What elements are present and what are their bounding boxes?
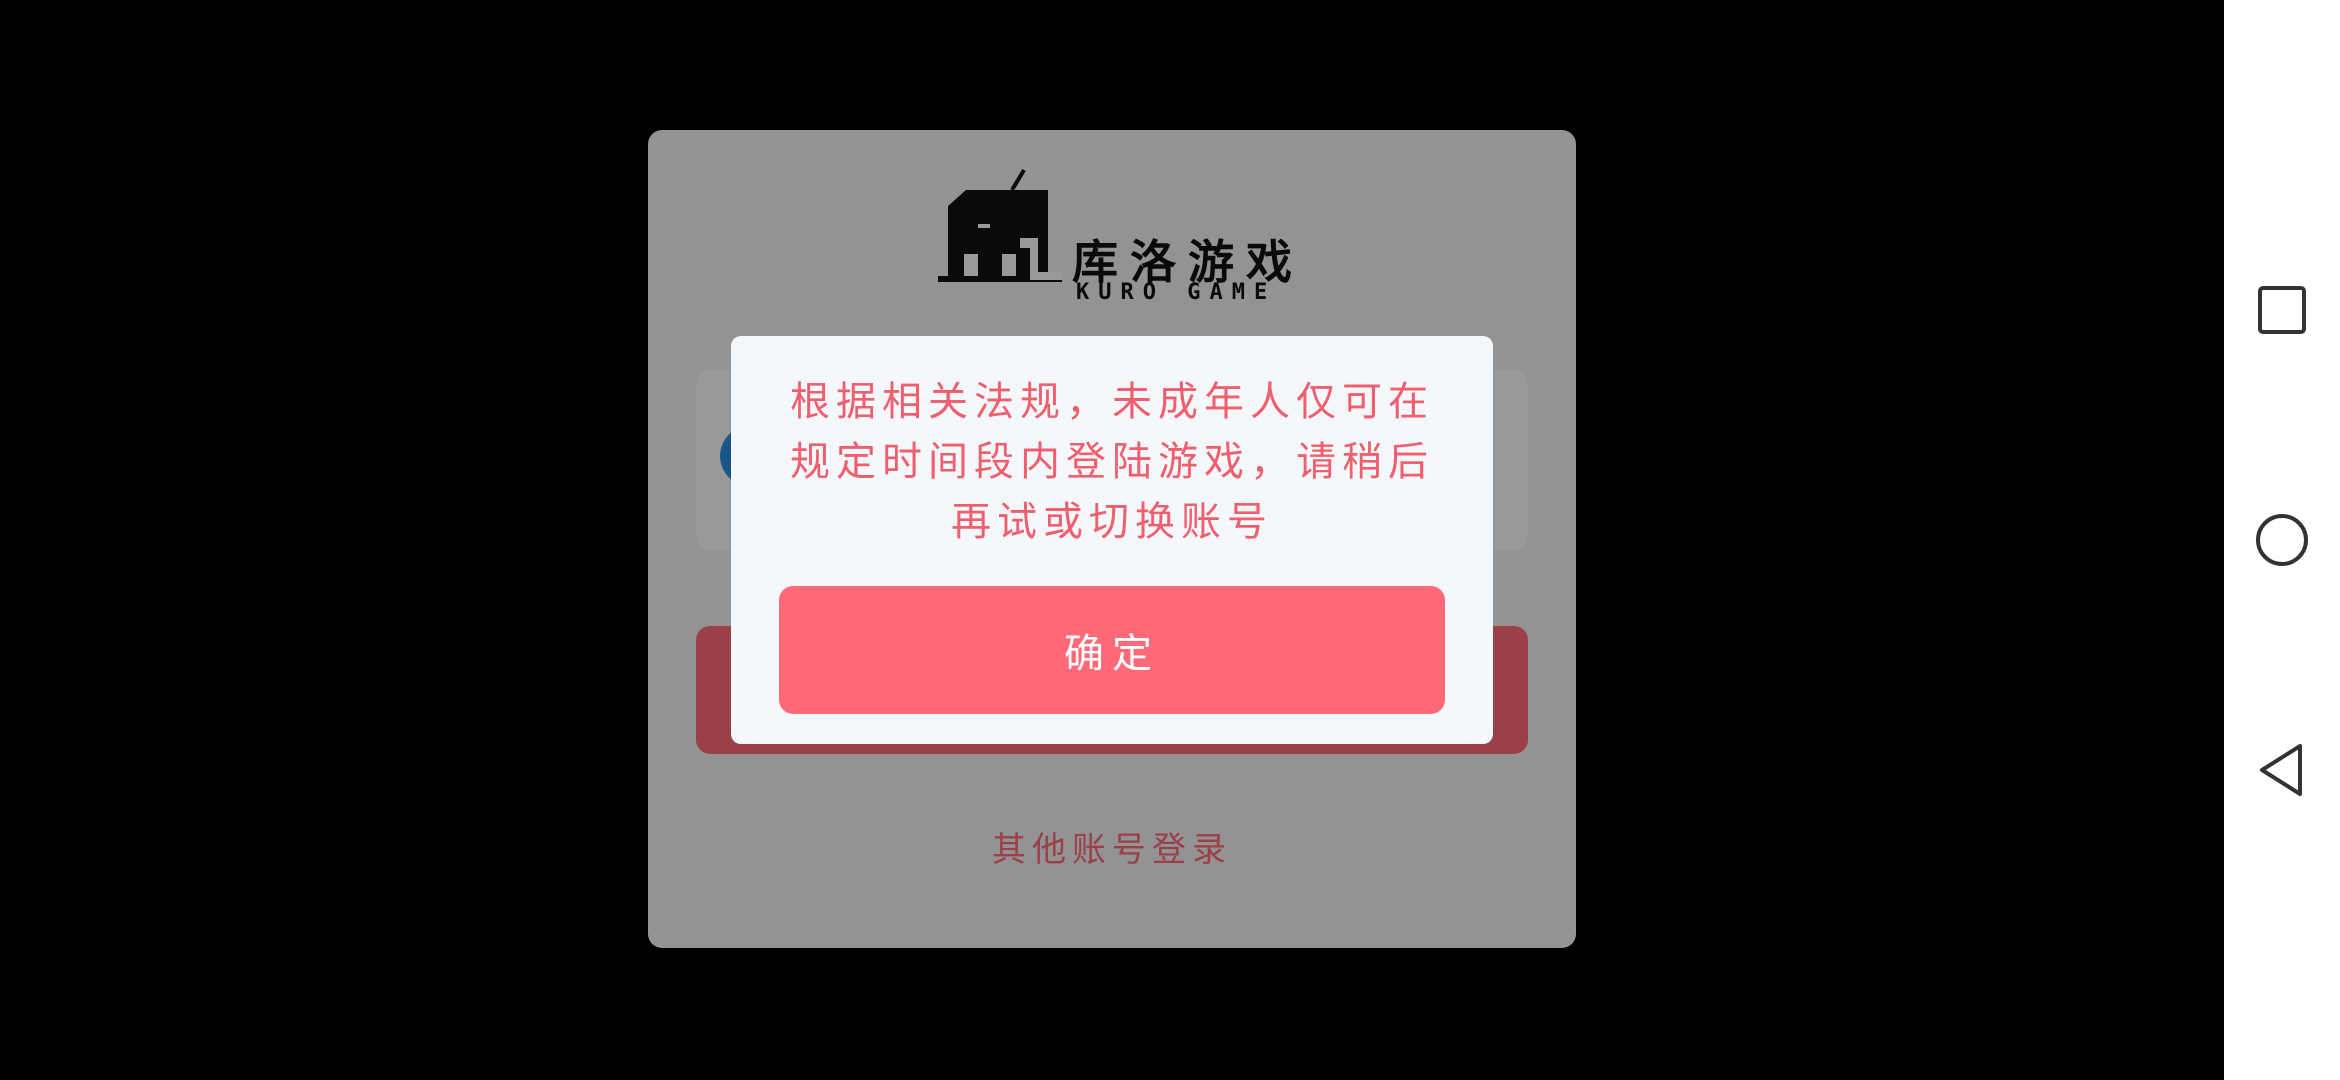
system-nav-bar — [2224, 0, 2340, 1080]
dialog-message: 根据相关法规，未成年人仅可在规定时间段内登陆游戏，请稍后再试或切换账号 — [790, 379, 1434, 545]
square-icon — [2258, 286, 2306, 334]
recent-apps-button[interactable] — [2246, 274, 2318, 346]
app-screen: 库洛游戏 KURO GAME 其他账号登录 根据相关法规，未成年人仅可在规定时间… — [0, 0, 2224, 1080]
minor-restriction-dialog: 根据相关法规，未成年人仅可在规定时间段内登陆游戏，请稍后再试或切换账号 确定 — [731, 336, 1493, 744]
circle-icon — [2256, 514, 2308, 566]
confirm-button[interactable]: 确定 — [779, 586, 1445, 714]
back-button[interactable] — [2246, 734, 2318, 806]
home-button[interactable] — [2246, 504, 2318, 576]
triangle-back-icon — [2260, 744, 2302, 796]
